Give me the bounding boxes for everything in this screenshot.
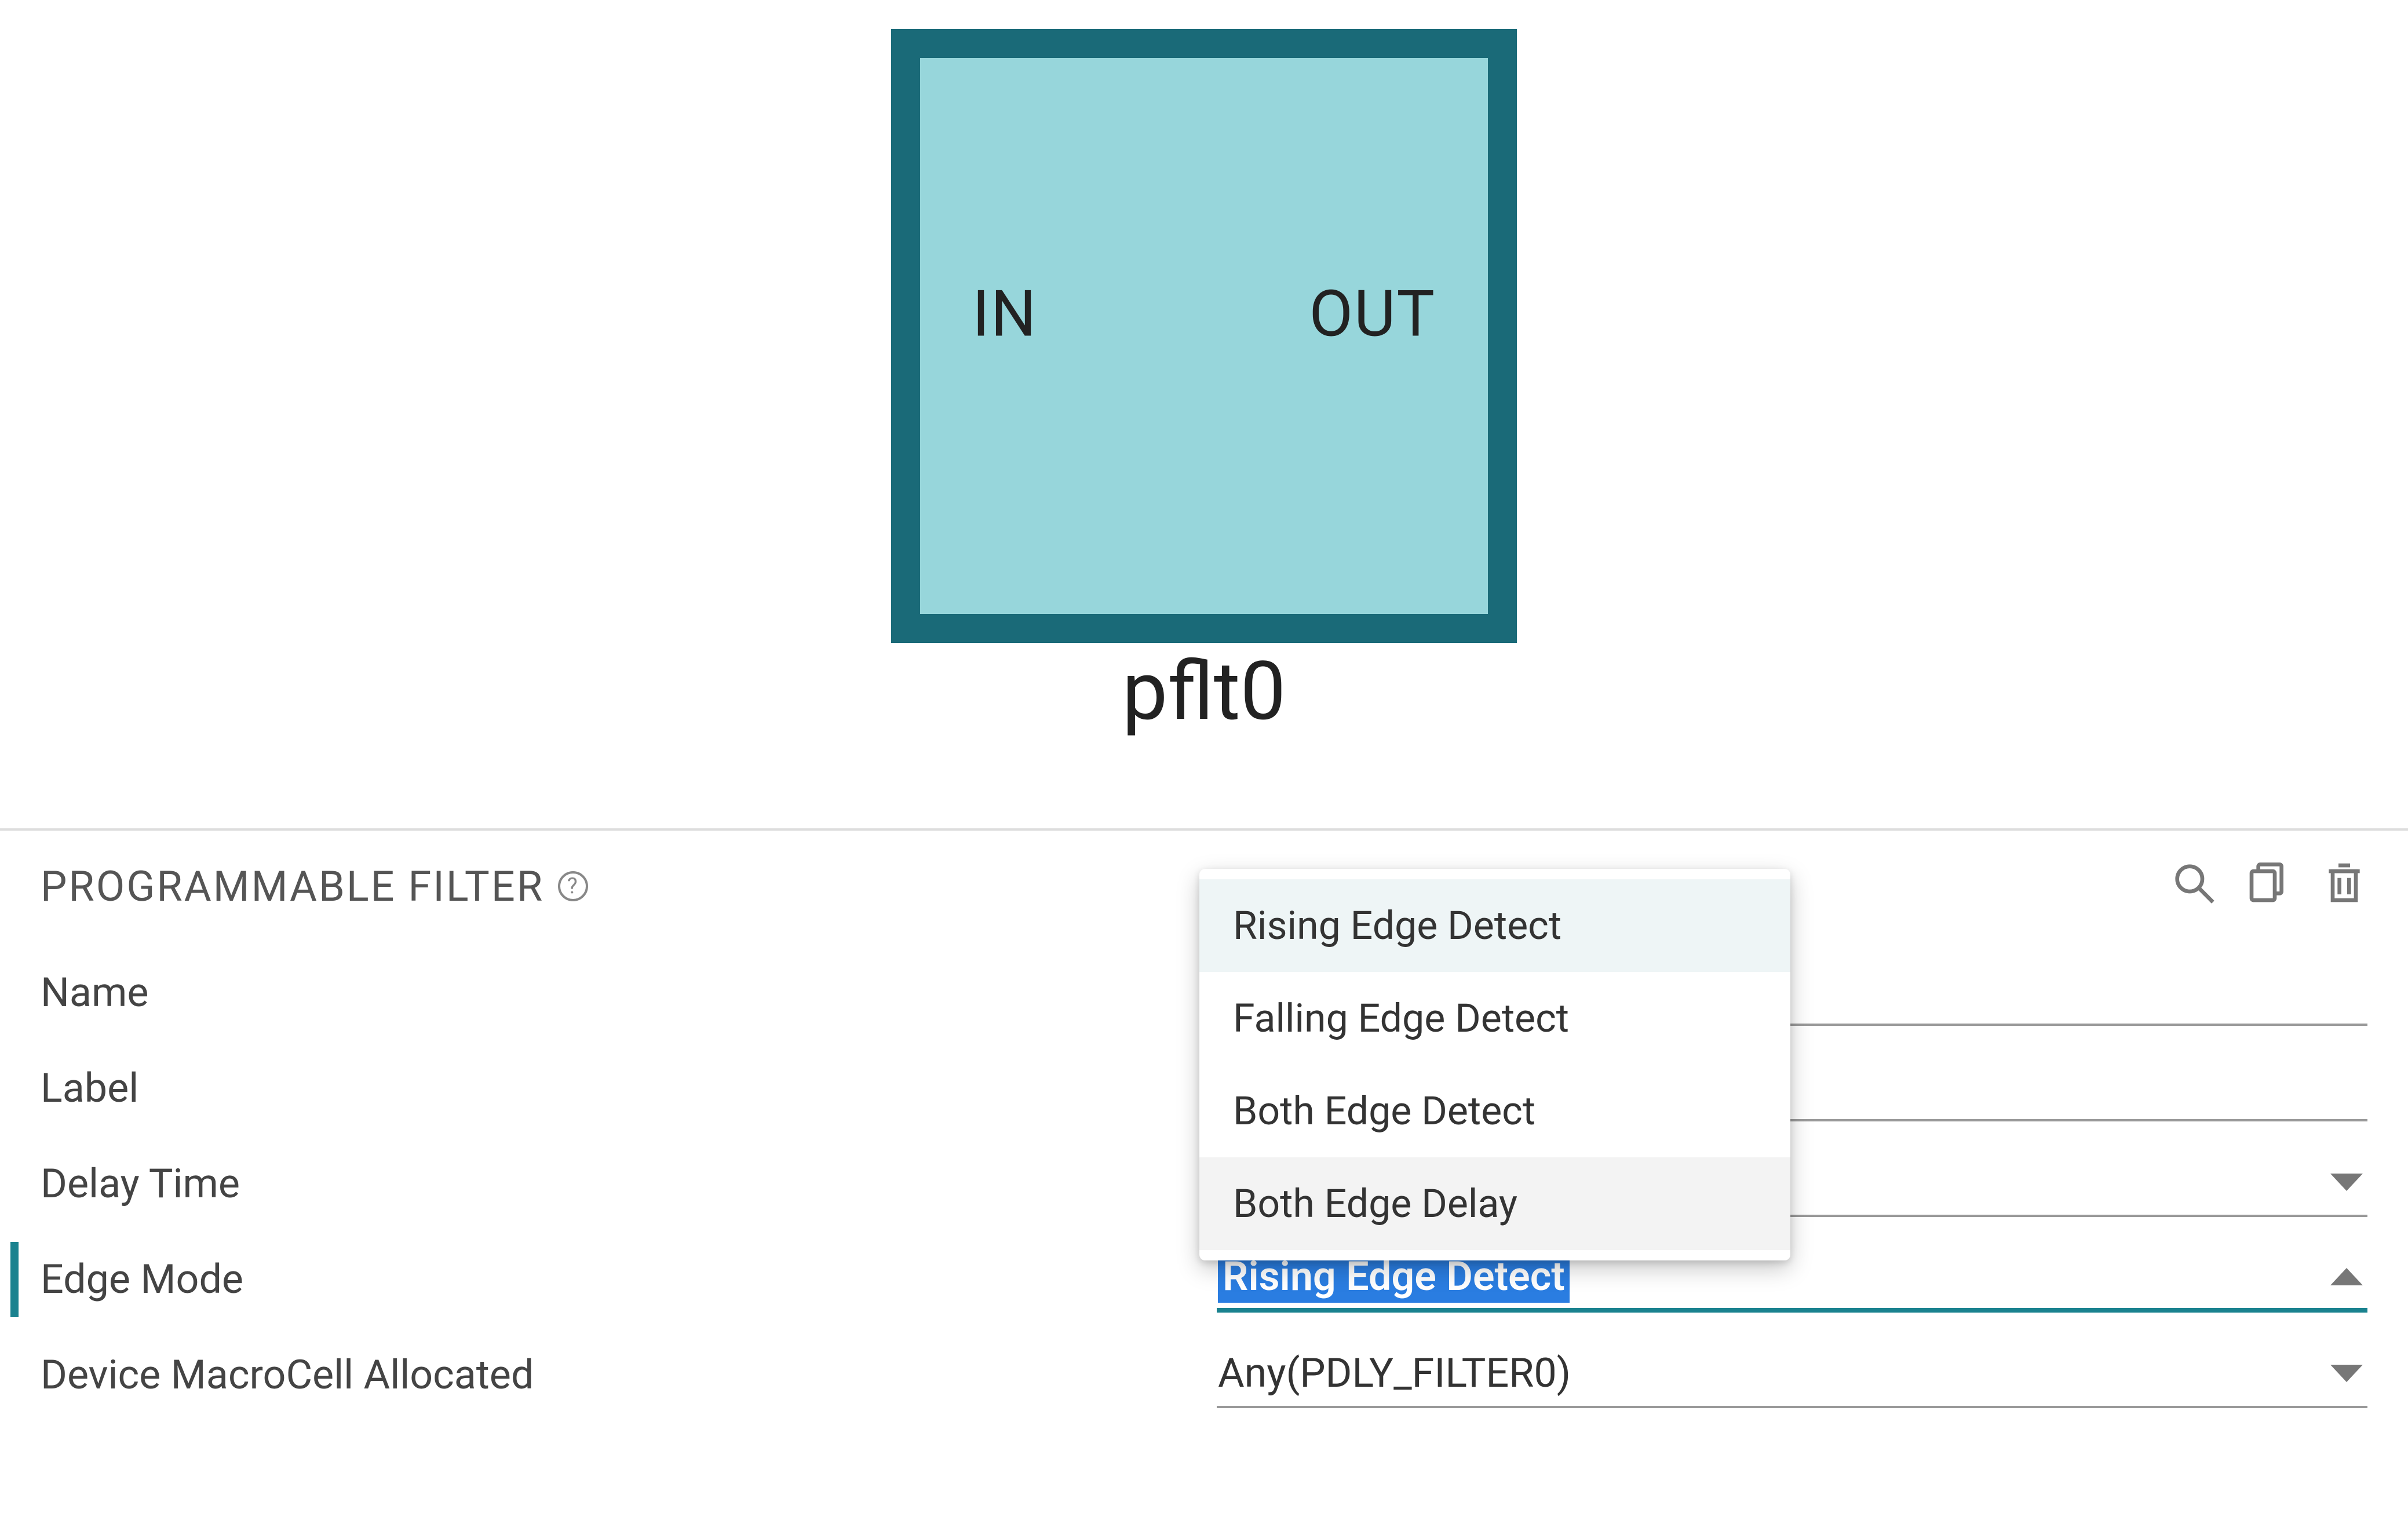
dropdown-option[interactable]: Falling Edge Detect <box>1199 972 1790 1065</box>
panel-title-text: PROGRAMMABLE FILTER <box>41 862 544 911</box>
label-edge-mode: Edge Mode <box>41 1256 1217 1303</box>
dropdown-option[interactable]: Both Edge Detect <box>1199 1065 1790 1157</box>
help-icon[interactable]: ? <box>558 871 588 901</box>
search-icon[interactable] <box>2170 860 2217 913</box>
copy-icon[interactable] <box>2246 860 2292 913</box>
dropdown-option[interactable]: Both Edge Delay <box>1199 1157 1790 1250</box>
dropdown-option[interactable]: Rising Edge Detect <box>1199 879 1790 972</box>
active-row-marker <box>10 1242 19 1317</box>
edge-mode-dropdown[interactable]: Rising Edge Detect Falling Edge Detect B… <box>1199 869 1790 1260</box>
value-macrocell: Any(PDLY_FILTER0) <box>1218 1350 1571 1397</box>
trash-icon[interactable] <box>2321 860 2367 913</box>
chevron-down-icon <box>2330 1174 2363 1191</box>
block-instance-label: pflt0 <box>0 644 2408 739</box>
label-delay-time: Delay Time <box>41 1160 1217 1208</box>
panel-action-bar <box>2170 860 2367 913</box>
port-out-label: OUT <box>1309 276 1436 351</box>
panel-title: PROGRAMMABLE FILTER ? <box>41 862 588 911</box>
select-macrocell[interactable]: Any(PDLY_FILTER0) <box>1217 1342 2367 1408</box>
port-in-label: IN <box>972 276 1037 351</box>
label-name: Name <box>41 969 1217 1017</box>
filter-block[interactable]: IN OUT <box>891 29 1517 643</box>
chevron-down-icon <box>2330 1365 2363 1382</box>
label-label: Label <box>41 1065 1217 1112</box>
row-macrocell: Device MacroCell Allocated Any(PDLY_FILT… <box>41 1327 2367 1423</box>
chevron-up-icon <box>2330 1268 2363 1285</box>
label-macrocell: Device MacroCell Allocated <box>41 1351 1217 1399</box>
diagram-area: IN OUT pflt0 <box>0 29 2408 739</box>
